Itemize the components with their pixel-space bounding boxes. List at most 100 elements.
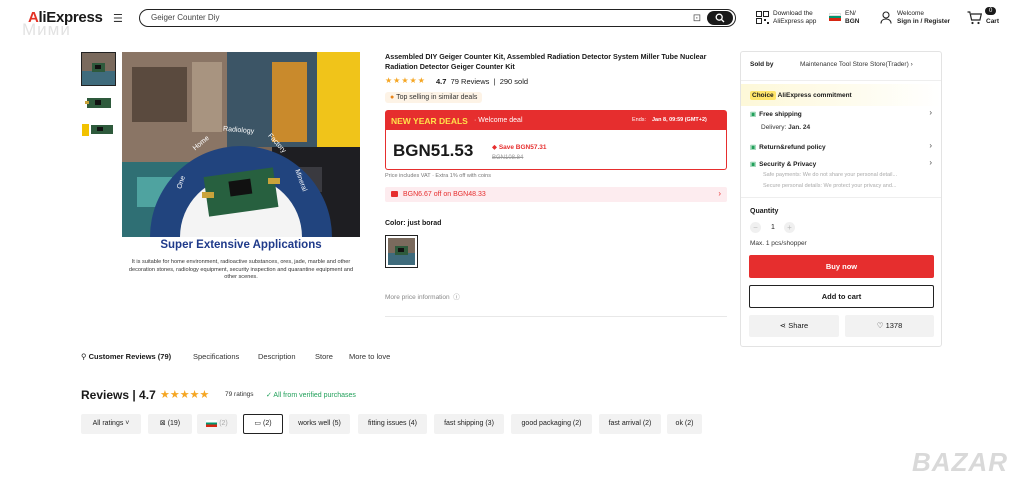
sold-by-label: Sold by [750,61,774,68]
qr-code-icon[interactable] [756,11,769,24]
bulgaria-flag-icon[interactable] [829,13,841,21]
cart-label[interactable]: Cart [986,18,999,25]
choice-commitment[interactable]: Choice AliExpress commitment [750,91,852,100]
image-icon: ⊠ [159,420,166,427]
more-price-info-link[interactable]: More price information ⓘ [385,291,460,301]
tab-store[interactable]: Store [315,352,333,361]
filter-good-packaging[interactable]: good packaging (2) [511,414,592,434]
ratings-count: 79 ratings [225,391,254,398]
tab-customer-reviews[interactable]: ⚲ Customer Reviews (79) [81,352,171,361]
current-price: BGN51.53 [393,141,474,160]
search-button[interactable] [707,11,733,25]
product-title: Assembled DIY Geiger Counter Kit, Assemb… [385,52,707,71]
thumbnail-image [82,124,113,136]
menu-icon[interactable]: ☰ [113,12,123,25]
top-selling-icon: ● [390,94,395,101]
deal-banner: NEW YEAR DEALS · Welcome deal Ends: Jan … [385,110,727,130]
wishlist-button[interactable]: ♡ 1378 [845,315,934,337]
divider [385,316,727,317]
header: AliExpress Мими ☰ Geiger Counter Diy ⊡ D… [0,0,1024,39]
quantity-plus-button[interactable]: + [784,222,795,233]
filter-fitting-issues[interactable]: fitting issues (4) [358,414,427,434]
verified-purchases-note: ✓ All from verified purchases [266,392,356,399]
thumbnail-image [85,98,111,108]
security-detail-personal: Secure personal details: We protect your… [763,183,897,189]
swatch-image [388,238,415,265]
watermark-text: Мими [22,20,71,39]
chevron-right-icon: › [718,189,721,198]
reviews-stars: ★★★★★ [160,389,210,401]
filter-ok[interactable]: ok (2) [667,414,702,434]
gallery-thumbnail-1[interactable] [81,52,116,86]
download-app-link[interactable]: Download the AliExpress app [773,10,816,26]
truck-icon: ▣ [750,111,757,118]
rating-summary[interactable]: 4.7 79 Reviews | 290 sold [436,77,528,86]
quantity-value[interactable]: 1 [771,224,775,231]
original-price: BGN108.84 [492,155,524,161]
security-detail-payments: Safe payments: We do not share your pers… [763,172,898,178]
image-tagline: Super Extensive Applications [160,239,322,251]
chevron-right-icon[interactable]: › [929,141,932,150]
quantity-minus-button[interactable]: − [750,222,761,233]
filter-with-photos[interactable]: ⊠ (19) [148,414,192,434]
deal-subtitle: · Welcome deal [474,117,523,124]
reviews-heading: Reviews | 4.7 [81,388,156,402]
bulgaria-flag-icon [206,419,218,427]
sign-in-link[interactable]: Welcome Sign in / Register [897,10,950,26]
cart-icon[interactable] [967,11,982,25]
buy-now-button[interactable]: Buy now [749,255,934,278]
filter-with-comments[interactable]: ▭ (2) [243,414,283,434]
gallery-thumbnail-2[interactable] [81,92,116,114]
user-icon[interactable] [880,11,892,24]
share-button[interactable]: ⋖ Share [749,315,839,337]
coupon-icon [391,191,398,197]
image-description: It is suitable for home environment, rad… [128,259,354,280]
filter-fast-shipping[interactable]: fast shipping (3) [434,414,504,434]
security-item[interactable]: ▣ Security & Privacy [750,160,816,168]
price-box: BGN51.53 ◆ Save BGN57.31 BGN108.84 [385,130,727,170]
chevron-right-icon[interactable]: › [929,158,932,167]
tab-description[interactable]: Description [258,352,296,361]
search-bar[interactable]: Geiger Counter Diy ⊡ [139,9,736,27]
filter-works-well[interactable]: works well (5) [289,414,350,434]
max-per-shopper-note: Max. 1 pcs/shopper [750,240,807,247]
bazar-watermark: BAZAR [912,447,1008,477]
store-link[interactable]: Maintenance Tool Store Store(Trader) › [800,61,913,68]
gallery-thumbnail-3[interactable] [81,120,116,140]
share-icon: ⋖ [779,321,787,330]
tab-specifications[interactable]: Specifications [193,352,239,361]
rating-stars: ★★★★★ [385,76,426,85]
top-selling-badge[interactable]: ● Top selling in similar deals [385,92,483,103]
add-to-cart-button[interactable]: Add to cart [749,285,934,308]
color-label: Color: just borad [385,220,442,227]
return-icon: ▣ [750,144,757,151]
deal-title: NEW YEAR DEALS [391,116,468,126]
vat-note: Price includes VAT · Extra 1% off with c… [385,173,491,179]
filter-all-ratings[interactable]: All ratings ˅ [81,414,141,434]
divider [741,80,941,81]
tab-more-to-love[interactable]: More to love [349,352,390,361]
chevron-right-icon[interactable]: › [929,108,932,117]
color-swatch-just-borad[interactable] [385,235,418,268]
location-pin-icon: ⚲ [81,352,87,361]
search-input[interactable]: Geiger Counter Diy [151,13,219,22]
return-policy-item[interactable]: ▣ Return&refund policy [750,143,826,151]
cart-count-badge: 0 [985,7,997,15]
heart-icon: ♡ [876,321,884,330]
choice-badge: Choice [750,91,776,100]
language-currency-selector[interactable]: EN/BGN [845,10,859,26]
filter-fast-arrival[interactable]: fast arrival (2) [599,414,661,434]
comment-icon: ▭ [254,420,262,427]
divider [741,197,941,198]
camera-search-icon[interactable]: ⊡ [691,13,703,24]
filter-country[interactable]: (2) [197,414,237,434]
main-product-image[interactable]: Radiology Home Factory One Mineral Super… [122,52,360,289]
free-shipping-item[interactable]: ▣ Free shipping [750,110,802,118]
product-illustration [122,52,360,237]
coupon-text: BGN6.67 off on BGN48.33 [403,190,486,198]
deal-ends-label: Ends: [632,117,647,123]
delivery-info: Delivery: Jan. 24 [761,124,811,131]
shield-icon: ▣ [750,161,757,168]
coupon-banner[interactable]: BGN6.67 off on BGN48.33 › [385,187,727,202]
quantity-label: Quantity [750,208,779,215]
